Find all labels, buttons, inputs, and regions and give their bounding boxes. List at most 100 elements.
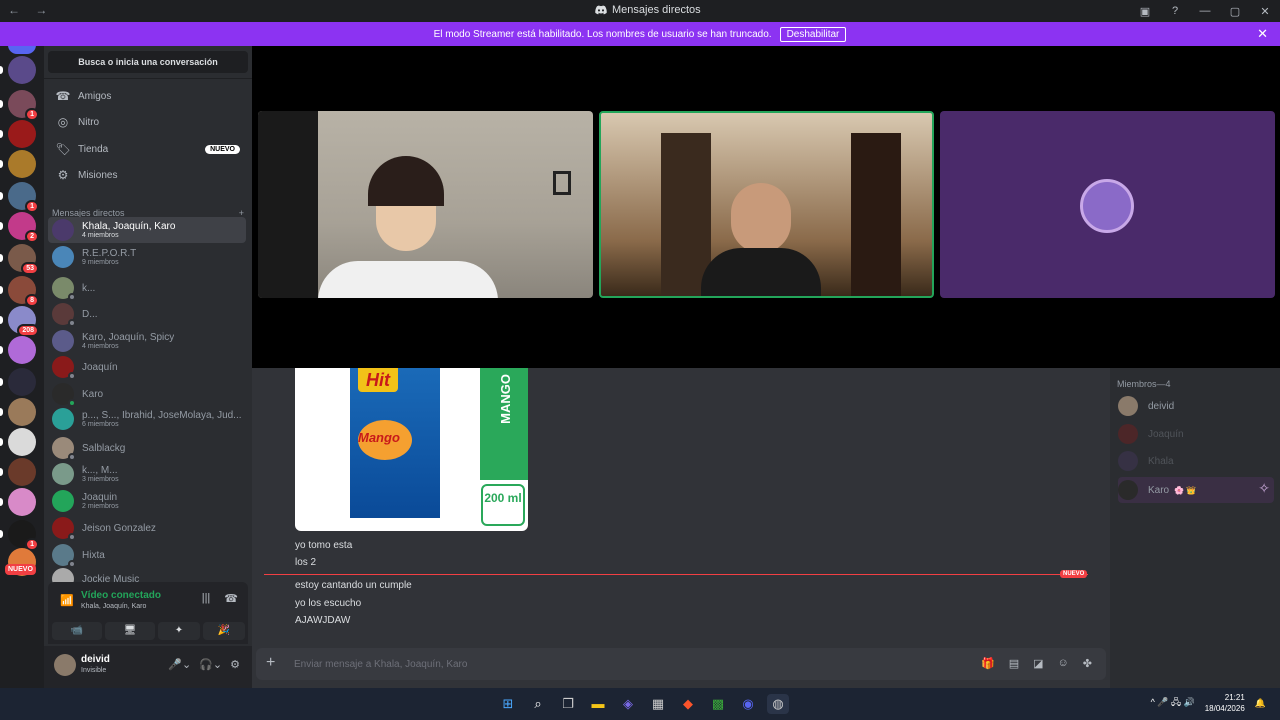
server-icon[interactable]: 8 (0, 276, 39, 307)
message-input[interactable]: Enviar mensaje a Khala, Joaquín, Karo (294, 659, 467, 670)
inbox-icon[interactable]: ▣ (1130, 5, 1160, 18)
tray-icons[interactable]: ^ 🎤 🖧 🔊 (1151, 695, 1195, 711)
voice-status[interactable]: Vídeo conectado (81, 590, 161, 601)
dm-item[interactable]: k..., M... 3 miembros (48, 461, 246, 487)
dm-item[interactable]: R.E.P.O.R.T 9 miembros (48, 244, 246, 270)
gift-icon[interactable]: 🎁 (981, 657, 995, 670)
avatar[interactable] (54, 654, 76, 676)
help-icon[interactable]: ? (1160, 5, 1190, 17)
message-composer[interactable]: + Enviar mensaje a Khala, Joaquín, Karo … (256, 648, 1106, 680)
copilot-icon[interactable]: ◈ (617, 694, 639, 714)
camera-button[interactable]: 📹 (52, 622, 102, 640)
server-icon[interactable] (0, 336, 36, 364)
dm-item[interactable]: Joaquín (48, 354, 246, 380)
avatar (52, 330, 74, 352)
headphones-icon[interactable]: 🎧⌄ (199, 658, 222, 671)
file-explorer-icon[interactable]: ▬ (587, 694, 609, 714)
nav-arrows[interactable]: ← → (8, 3, 53, 17)
member-item[interactable]: Khala (1118, 448, 1274, 474)
dm-text: p..., S..., Ibrahid, JoseMolaya, Jud... 6… (82, 410, 242, 428)
dm-item[interactable]: Karo (48, 381, 246, 407)
store-icon[interactable]: ▦ (647, 694, 669, 714)
maximize-button[interactable]: ▢ (1220, 5, 1250, 18)
nav-label: Misiones (78, 169, 118, 181)
server-icon[interactable] (0, 120, 36, 148)
nav-nitro[interactable]: ◎ Nitro (48, 109, 248, 135)
notification-icon[interactable]: 🔔 (1255, 698, 1266, 709)
apps-icon[interactable]: ✤ (1083, 657, 1092, 670)
minimize-button[interactable]: — (1190, 5, 1220, 17)
obs-icon[interactable]: ◍ (767, 694, 789, 714)
dm-item[interactable]: Joaquin 2 miembros (48, 488, 246, 514)
server-icon[interactable]: 53 (0, 244, 39, 275)
video-tile[interactable] (258, 111, 593, 298)
noise-suppression-icon[interactable]: ||| (202, 592, 211, 605)
video-tile-speaking[interactable] (599, 111, 934, 298)
dm-item[interactable]: Khala, Joaquín, Karo 4 miembros (48, 217, 246, 243)
server-icon[interactable]: 2 (0, 212, 39, 243)
discord-taskbar-icon[interactable]: ◉ (737, 694, 759, 714)
activities-button[interactable]: ✦ (158, 622, 200, 640)
nav-shop[interactable]: 🏷 Tienda NUEVO (48, 136, 248, 162)
voice-panel: 📶 Vídeo conectado Khala, Joaquín, Karo |… (48, 582, 248, 644)
close-icon[interactable]: ✕ (1257, 26, 1268, 42)
minecraft-icon[interactable]: ▩ (707, 694, 729, 714)
windows-start-icon[interactable]: ⊞ (497, 694, 519, 714)
dm-item[interactable]: Jeison Gonzalez (48, 515, 246, 541)
server-icon[interactable]: 1 (0, 520, 39, 551)
nav-quests[interactable]: ⚙ Misiones (48, 162, 248, 188)
server-icon[interactable]: 1 (0, 182, 39, 213)
avatar (52, 437, 76, 461)
message-image[interactable]: Hit Mango MANGO 200 ml (295, 368, 528, 531)
member-badges: 🌸 👑 (1174, 485, 1197, 495)
search-icon[interactable]: ⌕ (527, 694, 549, 714)
dm-item[interactable]: D... (48, 301, 246, 327)
settings-icon[interactable]: ⚙ (230, 658, 240, 671)
member-item[interactable]: deivid (1118, 393, 1274, 419)
nav-friends[interactable]: ☎ Amigos (48, 83, 248, 109)
username[interactable]: deivid (81, 654, 110, 665)
member-name: Khala (1148, 455, 1174, 467)
server-icon[interactable] (0, 150, 36, 178)
person-hair (368, 156, 444, 206)
screen-share-button[interactable]: 🖥 (105, 622, 155, 640)
dm-name: R.E.P.O.R.T (82, 248, 137, 259)
emoji-icon[interactable]: ☺ (1058, 657, 1069, 670)
close-window-button[interactable]: ✕ (1250, 5, 1280, 18)
server-icon[interactable] (0, 398, 36, 426)
disconnect-icon[interactable]: ☎ (224, 592, 238, 605)
dm-item[interactable]: Salblackg (48, 435, 246, 461)
brave-icon[interactable]: ◆ (677, 694, 699, 714)
sticker-icon[interactable]: ◪ (1033, 657, 1043, 670)
window-controls: ▣ ? — ▢ ✕ (1130, 0, 1280, 22)
dm-item[interactable]: Hixta (48, 542, 246, 568)
server-icon[interactable]: 1 (0, 90, 39, 121)
task-view-icon[interactable]: ❐ (557, 694, 579, 714)
soundboard-button[interactable]: 🎉 (203, 622, 245, 640)
member-item[interactable]: Karo 🌸 👑 (1118, 477, 1274, 503)
video-tile-avatar[interactable] (940, 111, 1275, 298)
dm-text: Karo, Joaquín, Spicy 4 miembros (82, 332, 174, 350)
server-icon[interactable] (0, 368, 36, 396)
dm-item[interactable]: Karo, Joaquín, Spicy 4 miembros (48, 328, 246, 354)
microphone-icon[interactable]: 🎤⌄ (168, 658, 191, 671)
status-indicator (68, 319, 76, 327)
search-conversation-button[interactable]: Busca o inicia una conversación (48, 51, 248, 73)
server-icon[interactable] (0, 56, 36, 84)
server-icon[interactable]: 208 (0, 306, 39, 337)
member-item[interactable]: Joaquín (1118, 421, 1274, 447)
server-icon[interactable] (0, 488, 36, 516)
disable-streamer-button[interactable]: Deshabilitar (779, 26, 847, 42)
dm-text: Salblackg (82, 443, 125, 454)
dm-item[interactable]: k... (48, 275, 246, 301)
avatar (52, 490, 74, 512)
server-icon[interactable] (0, 458, 36, 486)
attach-icon[interactable]: + (266, 654, 275, 672)
members-panel: Miembros—4 deivid Joaquín Khala Karo 🌸 👑 ✧ (1110, 368, 1280, 688)
gif-icon[interactable]: ▤ (1009, 657, 1019, 670)
server-icon[interactable] (0, 428, 36, 456)
new-servers-badge[interactable]: NUEVO (5, 564, 36, 575)
friends-icon: ☎ (55, 89, 71, 103)
dm-item[interactable]: p..., S..., Ibrahid, JoseMolaya, Jud... 6… (48, 406, 246, 432)
clock[interactable]: 21:21 18/04/2026 (1205, 692, 1245, 714)
